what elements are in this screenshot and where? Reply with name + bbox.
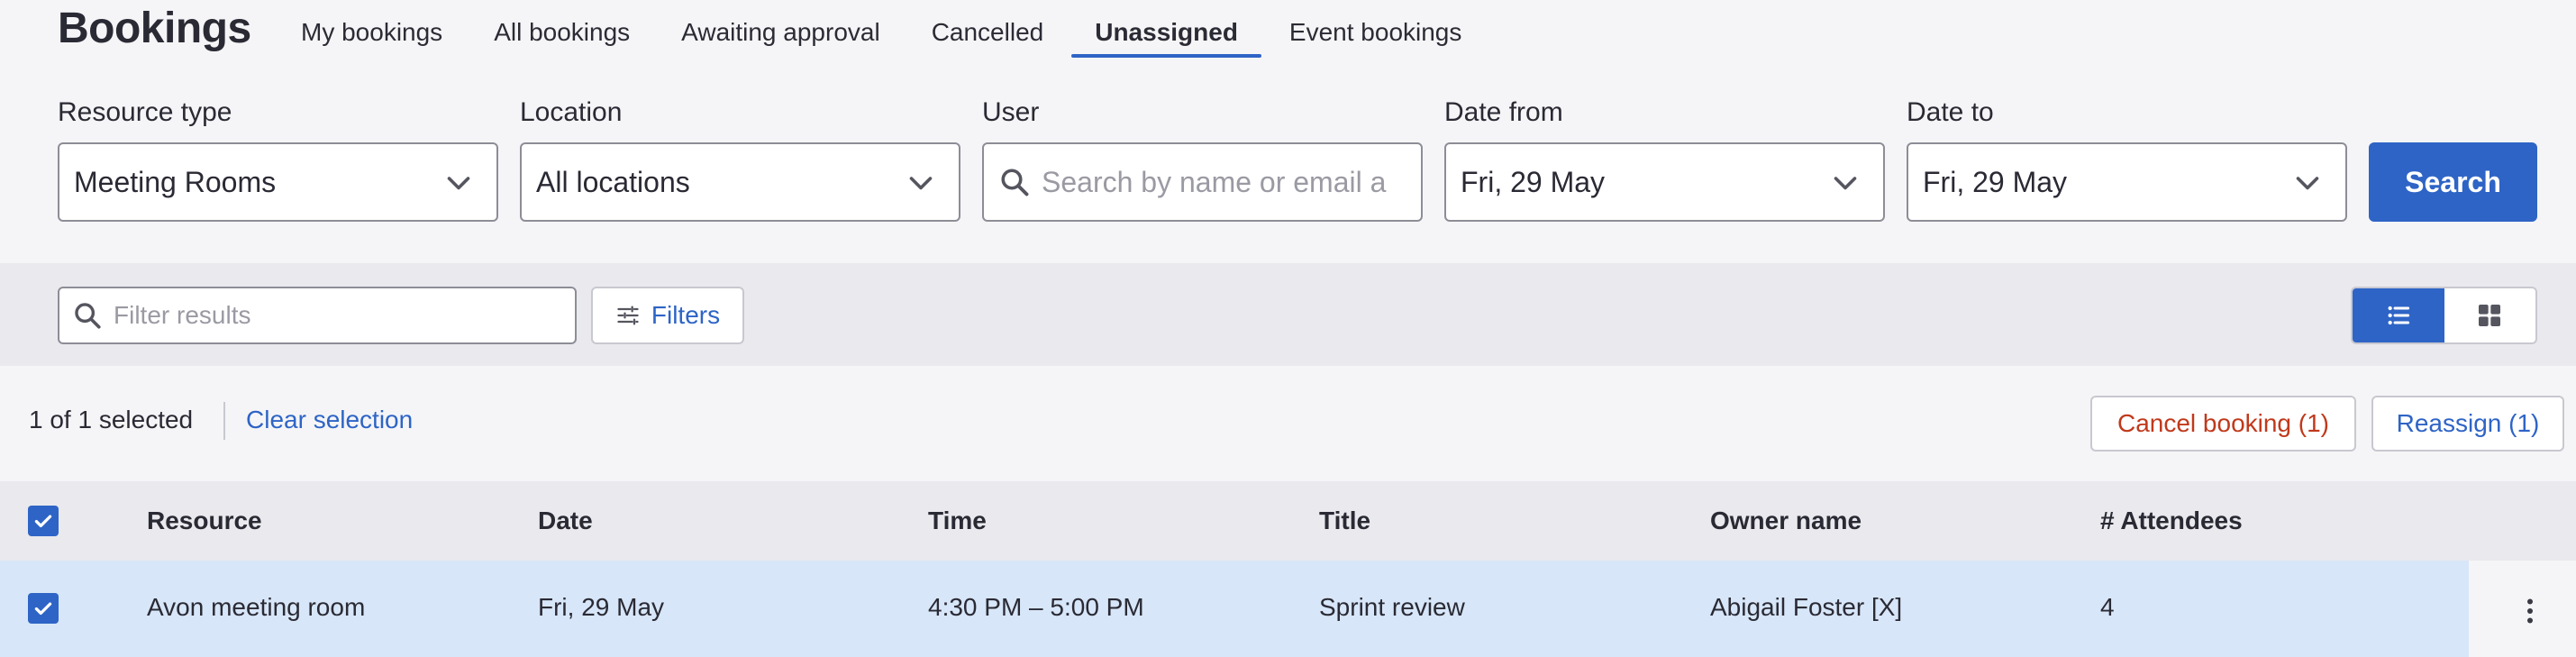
tab-my-bookings[interactable]: My bookings <box>301 0 442 58</box>
chevron-down-icon <box>447 177 470 190</box>
tab-awaiting-approval[interactable]: Awaiting approval <box>681 0 880 58</box>
clear-selection-link[interactable]: Clear selection <box>246 406 413 434</box>
date-to-select[interactable]: Fri, 29 May <box>1907 142 2347 222</box>
chevron-down-icon <box>2296 177 2319 190</box>
location-value: All locations <box>536 165 690 198</box>
search-icon <box>75 303 101 329</box>
select-all-checkbox[interactable] <box>28 506 59 536</box>
column-header-date[interactable]: Date <box>538 506 593 535</box>
reassign-button[interactable]: Reassign (1) <box>2371 396 2564 452</box>
location-label: Location <box>520 97 623 127</box>
filter-results-field[interactable] <box>58 287 577 344</box>
location-select[interactable]: All locations <box>520 142 960 222</box>
tab-unassigned[interactable]: Unassigned <box>1071 0 1261 58</box>
view-toggle <box>2351 287 2537 344</box>
sliders-icon <box>617 306 639 325</box>
filter-bar: Filters <box>0 263 2576 366</box>
filters-label: Filters <box>651 301 721 329</box>
date-from-value: Fri, 29 May <box>1461 165 1606 198</box>
resource-type-label: Resource type <box>58 97 232 127</box>
checkmark-icon <box>34 602 52 616</box>
cell-title: Sprint review <box>1319 593 1465 621</box>
page-header: Bookings My bookings All bookings Awaiti… <box>0 0 2576 263</box>
column-header-owner-name[interactable]: Owner name <box>1710 506 1861 535</box>
user-label: User <box>982 97 1040 127</box>
tab-cancelled[interactable]: Cancelled <box>932 0 1044 58</box>
row-actions-cell <box>2469 561 2576 657</box>
page-title: Bookings <box>58 5 251 52</box>
cell-date: Fri, 29 May <box>538 593 665 621</box>
list-view-button[interactable] <box>2353 288 2444 342</box>
date-from-select[interactable]: Fri, 29 May <box>1444 142 1885 222</box>
selection-count: 1 of 1 selected <box>29 406 194 433</box>
grid-view-button[interactable] <box>2444 288 2536 342</box>
more-options-icon[interactable] <box>2514 595 2546 627</box>
user-search-input[interactable] <box>1042 165 1402 199</box>
table-row[interactable]: Avon meeting room Fri, 29 May 4:30 PM – … <box>0 561 2469 657</box>
column-header-title[interactable]: Title <box>1319 506 1370 535</box>
column-header-time[interactable]: Time <box>928 506 987 535</box>
resource-type-value: Meeting Rooms <box>74 165 277 198</box>
search-icon <box>1001 169 1029 196</box>
search-button[interactable]: Search <box>2369 142 2537 222</box>
cancel-booking-button[interactable]: Cancel booking (1) <box>2090 396 2356 452</box>
resource-type-select[interactable]: Meeting Rooms <box>58 142 498 222</box>
filters-button[interactable]: Filters <box>591 287 744 344</box>
filter-results-input[interactable] <box>114 301 546 330</box>
tab-bar: My bookings All bookings Awaiting approv… <box>301 0 1513 58</box>
row-checkbox[interactable] <box>28 593 59 624</box>
date-from-label: Date from <box>1444 97 1563 127</box>
tab-event-bookings[interactable]: Event bookings <box>1289 0 1461 58</box>
checkmark-icon <box>34 515 52 528</box>
tab-all-bookings[interactable]: All bookings <box>494 0 630 58</box>
column-header-resource[interactable]: Resource <box>147 506 262 535</box>
selection-bar: 1 of 1 selected Clear selection Cancel b… <box>0 366 2576 481</box>
date-to-label: Date to <box>1907 97 1994 127</box>
cell-attendees: 4 <box>2100 593 2115 621</box>
date-to-value: Fri, 29 May <box>1923 165 2068 198</box>
list-icon <box>2388 306 2409 325</box>
user-search-field[interactable] <box>982 142 1423 222</box>
cell-owner-name: Abigail Foster [X] <box>1710 593 1903 621</box>
grid-icon <box>2479 305 2501 326</box>
chevron-down-icon <box>909 177 933 190</box>
column-header-attendees[interactable]: # Attendees <box>2100 506 2243 535</box>
divider <box>223 402 225 440</box>
cell-time: 4:30 PM – 5:00 PM <box>928 593 1144 621</box>
cell-resource: Avon meeting room <box>147 593 366 621</box>
table-header: Resource Date Time Title Owner name # At… <box>0 481 2576 561</box>
chevron-down-icon <box>1834 177 1857 190</box>
